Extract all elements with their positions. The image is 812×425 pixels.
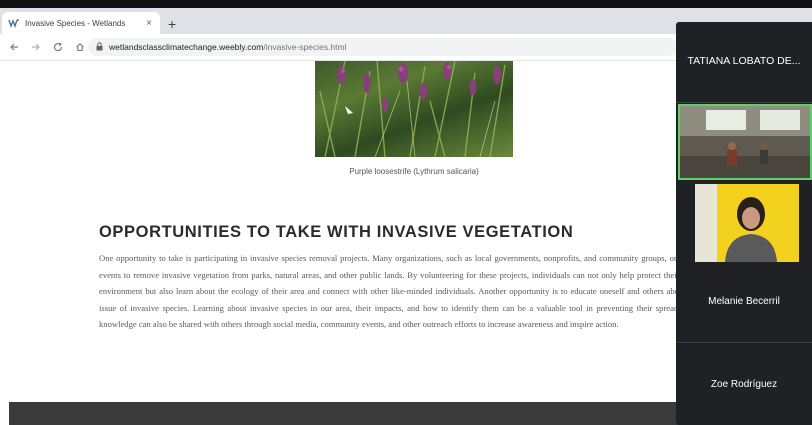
- page-edge: [0, 402, 9, 425]
- participant-tile[interactable]: Melanie Becerril: [676, 262, 812, 340]
- home-icon[interactable]: [72, 39, 88, 55]
- forward-arrow-icon[interactable]: [28, 39, 44, 55]
- participant-video: [695, 184, 799, 262]
- purple-loosestrife-photo: [315, 61, 513, 157]
- reload-icon[interactable]: [50, 39, 66, 55]
- url-host: wetlandsclassclimatechange.weebly.com: [109, 42, 264, 52]
- participant-tile[interactable]: [676, 184, 812, 262]
- participant-tile[interactable]: Zoe Rodríguez: [676, 344, 812, 424]
- weebly-favicon-icon: [8, 17, 20, 29]
- participant-video: [678, 104, 812, 180]
- browser-tab[interactable]: Invasive Species - Wetlands ×: [2, 12, 160, 34]
- participant-name: Melanie Becerril: [708, 295, 780, 307]
- back-arrow-icon[interactable]: [6, 39, 22, 55]
- tile-divider: [676, 102, 812, 103]
- section-heading: OPPORTUNITIES TO TAKE WITH INVASIVE VEGE…: [99, 223, 574, 241]
- tile-divider: [676, 342, 812, 343]
- address-bar[interactable]: wetlandsclassclimatechange.weebly.com/in…: [88, 38, 678, 56]
- participant-tile[interactable]: TATIANA LOBATO DE...: [676, 22, 812, 100]
- participant-name: Zoe Rodríguez: [710, 378, 778, 390]
- screen-bezel: [0, 0, 812, 8]
- new-tab-icon[interactable]: +: [168, 17, 176, 31]
- photo-caption: Purple loosestrife (Lythrum salicaria): [349, 167, 479, 176]
- lock-icon: [96, 41, 103, 53]
- participant-tile-active-speaker[interactable]: [676, 104, 812, 182]
- body-paragraph: One opportunity to take is participating…: [99, 253, 699, 330]
- url-path: /invasive-species.html: [263, 42, 347, 52]
- participant-name: TATIANA LOBATO DE...: [687, 55, 801, 67]
- tab-close-icon[interactable]: ×: [142, 18, 156, 29]
- tab-title: Invasive Species - Wetlands: [25, 18, 126, 28]
- video-call-panel: TATIANA LOBATO DE... Melanie Becerril Zo…: [676, 22, 812, 425]
